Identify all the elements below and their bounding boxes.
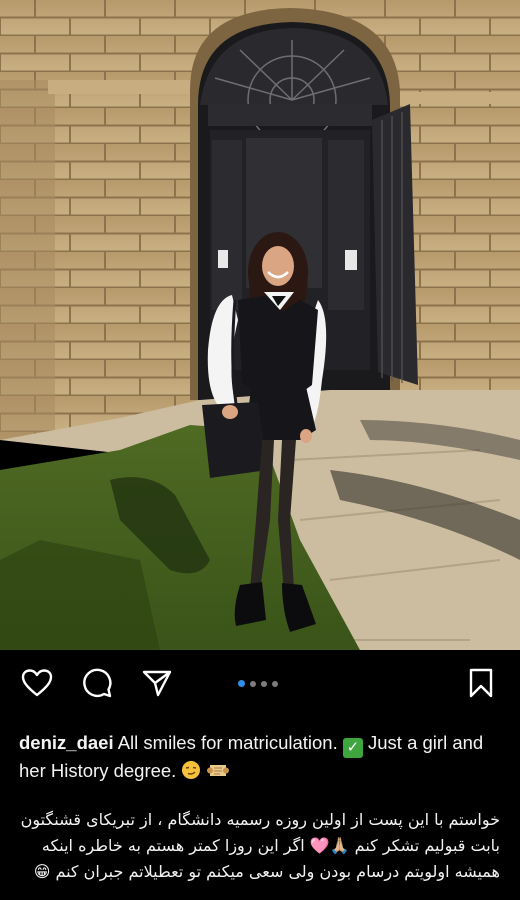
- caption-persian-text: خواستم با این پست از اولین روزه رسمیه دا…: [0, 807, 520, 885]
- caption-text-1: All smiles for matriculation.: [117, 732, 338, 753]
- carousel-dot: [261, 680, 267, 687]
- share-icon: [142, 670, 172, 697]
- post-photo[interactable]: [0, 0, 520, 650]
- share-button[interactable]: [140, 666, 174, 700]
- post-action-bar: [0, 654, 520, 716]
- caption-persian-line: خواستم با این پست از اولین روزه رسمیه دا…: [20, 810, 500, 829]
- save-button[interactable]: [464, 666, 498, 700]
- carousel-indicator: [238, 680, 278, 687]
- post-image: [0, 0, 520, 650]
- scroll-emoji-icon: [206, 760, 229, 787]
- like-button[interactable]: [20, 666, 54, 700]
- comment-icon: [83, 668, 112, 698]
- carousel-dot: [238, 680, 245, 687]
- heart-icon: [21, 669, 53, 697]
- check-mark-icon: ✓: [342, 738, 363, 758]
- carousel-dot: [272, 680, 278, 687]
- comment-button[interactable]: [80, 666, 114, 700]
- post-caption: deniz_daei All smiles for matriculation.…: [0, 716, 520, 787]
- caption-persian-line: همیشه اولویتم درسام بودن ولی سعی میکنم ت…: [33, 862, 500, 881]
- smirk-emoji-icon: [181, 760, 201, 787]
- caption-username[interactable]: deniz_daei: [19, 732, 114, 753]
- bookmark-icon: [469, 668, 493, 698]
- carousel-dot: [250, 680, 256, 687]
- caption-persian-line: بابت قبولیم تشکر کنم 🙏🏼🩷 اگر این روزا کم…: [41, 836, 500, 855]
